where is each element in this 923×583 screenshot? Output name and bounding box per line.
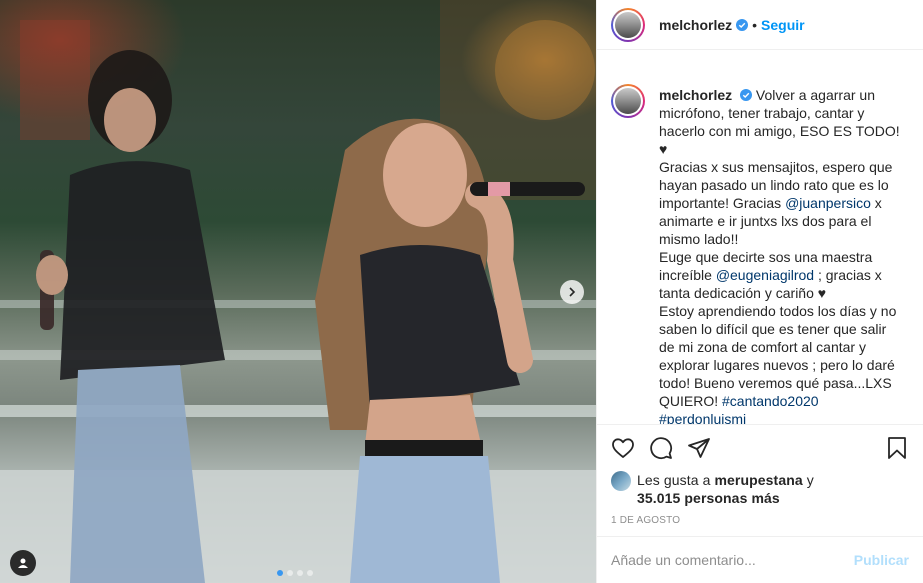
paper-plane-icon (688, 438, 710, 458)
action-bar (597, 425, 923, 471)
post-sidebar: melchorlez • Seguir melchorlez Volver a … (596, 0, 923, 583)
likes-count[interactable]: 35.015 personas más (637, 490, 780, 506)
caption-body: melchorlez Volver a agarrar un micrófono… (659, 86, 903, 424)
liker-avatar[interactable] (611, 471, 631, 491)
comments-list[interactable]: melchorlez Volver a agarrar un micrófono… (597, 72, 923, 424)
verified-badge-icon (740, 89, 753, 101)
bookmark-icon (888, 437, 906, 459)
header-username[interactable]: melchorlez (659, 17, 732, 33)
user-tag-button[interactable] (10, 550, 36, 576)
post-header: melchorlez • Seguir (597, 0, 923, 50)
liker-username[interactable]: merupestana (715, 472, 803, 488)
header-separator: • (752, 16, 758, 33)
likes-connector: y (806, 472, 814, 488)
share-button[interactable] (685, 434, 713, 462)
user-tag-icon (18, 558, 28, 568)
hashtag-link[interactable]: #cantando2020 (722, 393, 819, 409)
caption-comment: melchorlez Volver a agarrar un micrófono… (597, 72, 923, 424)
post-date[interactable]: 1 DE AGOSTO (597, 507, 923, 526)
add-comment-bar: Publicar (597, 536, 923, 583)
chevron-right-icon (569, 287, 576, 297)
avatar[interactable] (611, 84, 645, 118)
carousel-dot (287, 570, 293, 576)
post-actions-section: Les gusta a merupestana y 35.015 persona… (597, 424, 923, 526)
avatar-image (615, 11, 641, 38)
save-button[interactable] (883, 434, 911, 462)
caption-username[interactable]: melchorlez (659, 87, 732, 103)
publish-button[interactable]: Publicar (854, 552, 909, 568)
avatar-image (615, 88, 641, 114)
photo-illustration (0, 0, 596, 583)
likes-summary: Les gusta a merupestana y 35.015 persona… (597, 471, 923, 507)
carousel-dot (297, 570, 303, 576)
mention-link[interactable]: @juanpersico (785, 195, 871, 211)
follow-button[interactable]: Seguir (761, 17, 805, 33)
comment-button[interactable] (647, 434, 675, 462)
likes-prefix: Les gusta a (637, 472, 711, 488)
heart-icon (612, 438, 634, 458)
carousel-indicator (277, 570, 313, 576)
verified-badge-icon (736, 18, 749, 31)
carousel-dot (277, 570, 283, 576)
carousel-dot (307, 570, 313, 576)
hashtag-link[interactable]: #perdonluismi (659, 411, 746, 424)
mention-link[interactable]: @eugeniagilrod (716, 267, 814, 283)
avatar[interactable] (611, 7, 645, 42)
carousel-next-button[interactable] (560, 280, 584, 304)
like-button[interactable] (609, 434, 637, 462)
post-photo (0, 0, 596, 583)
comment-input[interactable] (611, 552, 854, 568)
comment-bubble-icon (650, 437, 673, 460)
